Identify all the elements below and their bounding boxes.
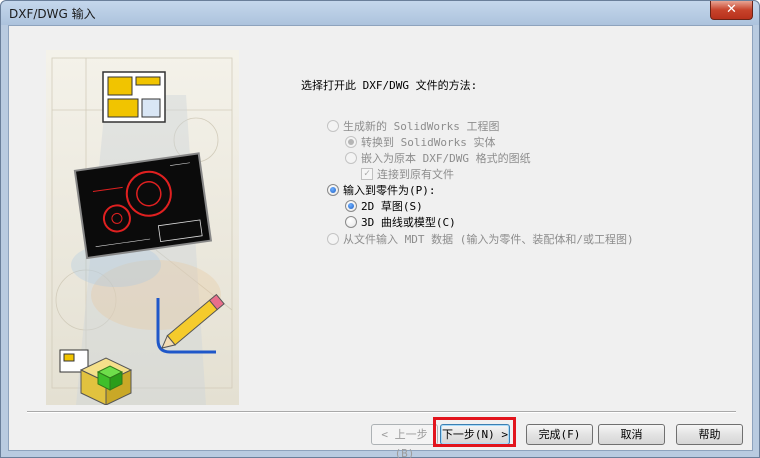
option-import-mdt[interactable]: 从文件输入 MDT 数据 (输入为零件、装配体和/或工程图) xyxy=(327,231,634,247)
option-import-mdt-label: 从文件输入 MDT 数据 (输入为零件、装配体和/或工程图) xyxy=(343,233,634,246)
option-create-drawing-label: 生成新的 SolidWorks 工程图 xyxy=(343,120,500,133)
option-convert-entities[interactable]: 转换到 SolidWorks 实体 xyxy=(345,134,495,150)
option-curves-3d-label: 3D 曲线或模型(C) xyxy=(361,216,456,229)
option-sketch-2d-label: 2D 草图(S) xyxy=(361,200,423,213)
drawing-sheet-icon xyxy=(102,71,166,123)
option-link-original-label: 连接到原有文件 xyxy=(377,168,454,181)
button-separator xyxy=(27,411,736,413)
method-prompt: 选择打开此 DXF/DWG 文件的方法: xyxy=(301,79,478,92)
close-button[interactable]: ✕ xyxy=(710,1,753,20)
option-link-original[interactable]: ✓ 连接到原有文件 xyxy=(361,166,454,182)
option-import-to-part-label: 输入到零件为(P): xyxy=(343,184,436,197)
radio-import-to-part[interactable] xyxy=(327,184,339,196)
option-curves-3d[interactable]: 3D 曲线或模型(C) xyxy=(345,214,456,230)
option-import-to-part[interactable]: 输入到零件为(P): xyxy=(327,182,436,198)
option-convert-entities-label: 转换到 SolidWorks 实体 xyxy=(361,136,496,149)
radio-embed-sheet[interactable] xyxy=(345,152,357,164)
dialog-body: 选择打开此 DXF/DWG 文件的方法: 生成新的 SolidWorks 工程图… xyxy=(8,25,753,458)
radio-import-mdt[interactable] xyxy=(327,233,339,245)
next-button[interactable]: 下一步(N) > xyxy=(440,424,510,445)
radio-sketch-2d[interactable] xyxy=(345,200,357,212)
dialog-window: DXF/DWG 输入 ✕ 选择打开此 DXF/DWG 文件的方法: 生成新的 S… xyxy=(0,0,760,458)
radio-convert-entities[interactable] xyxy=(345,136,357,148)
option-embed-sheet-label: 嵌入为原本 DXF/DWG 格式的图纸 xyxy=(361,152,531,165)
radio-curves-3d[interactable] xyxy=(345,216,357,228)
help-button[interactable]: 帮助 xyxy=(676,424,743,445)
cancel-button[interactable]: 取消 xyxy=(598,424,665,445)
finish-button[interactable]: 完成(F) xyxy=(526,424,593,445)
option-embed-sheet[interactable]: 嵌入为原本 DXF/DWG 格式的图纸 xyxy=(345,150,531,166)
illustration-graphic xyxy=(46,50,239,405)
dwg-drawing-icon xyxy=(73,152,213,260)
option-sketch-2d[interactable]: 2D 草图(S) xyxy=(345,198,423,214)
title-bar[interactable]: DXF/DWG 输入 ✕ xyxy=(1,1,759,25)
radio-create-drawing[interactable] xyxy=(327,120,339,132)
back-button[interactable]: < 上一步(B) xyxy=(371,424,438,458)
cad-import-illustration xyxy=(46,50,239,405)
close-icon: ✕ xyxy=(726,2,737,17)
checkbox-link-original[interactable]: ✓ xyxy=(361,168,373,180)
window-title: DXF/DWG 输入 xyxy=(9,7,96,21)
option-create-drawing[interactable]: 生成新的 SolidWorks 工程图 xyxy=(327,118,499,134)
